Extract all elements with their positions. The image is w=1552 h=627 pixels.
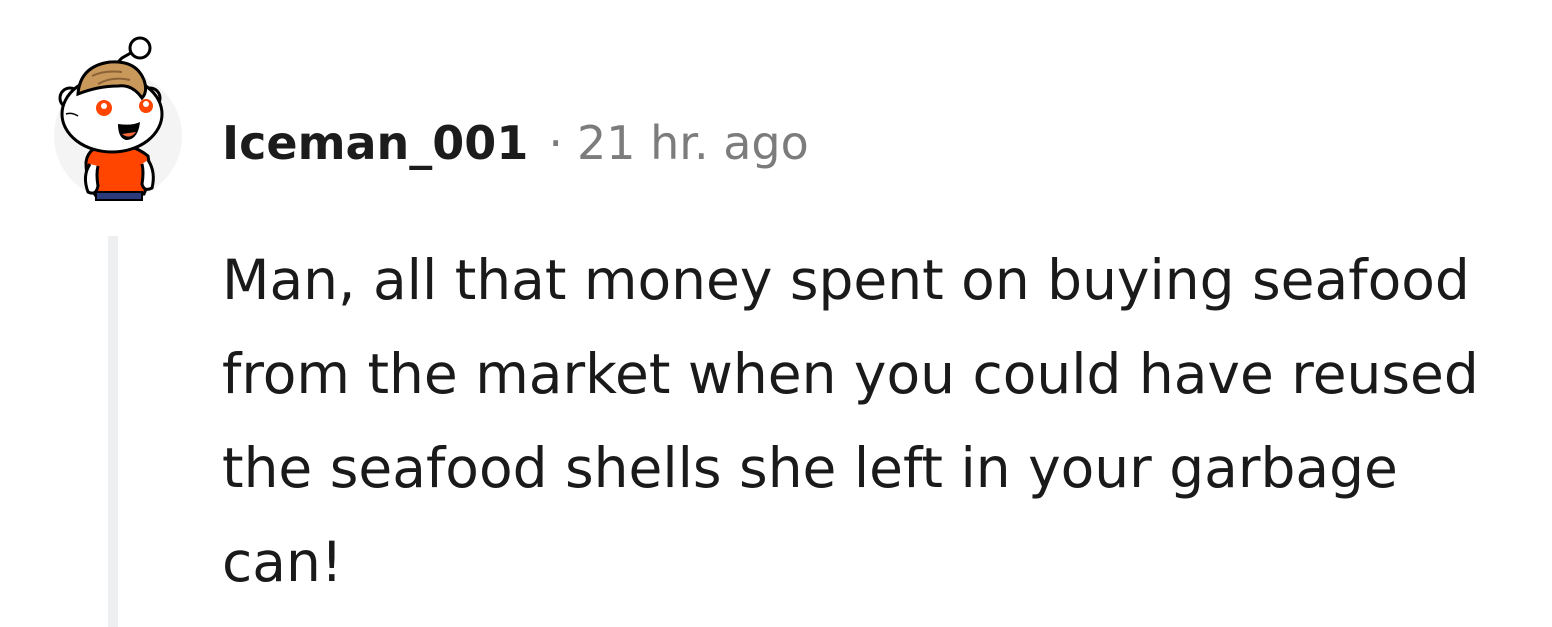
user-avatar[interactable] [52, 36, 184, 202]
comment: Iceman_001 · 21 hr. ago Man, all that mo… [0, 0, 1552, 627]
comment-timestamp[interactable]: 21 hr. ago [577, 113, 809, 173]
username-link[interactable]: Iceman_001 [222, 113, 528, 173]
comment-meta: Iceman_001 · 21 hr. ago [222, 113, 809, 173]
comment-body: Man, all that money spent on buying seaf… [222, 248, 1479, 594]
thread-collapse-line[interactable] [108, 236, 118, 627]
meta-separator: · [548, 116, 563, 170]
snoo-avatar-icon [54, 36, 182, 201]
